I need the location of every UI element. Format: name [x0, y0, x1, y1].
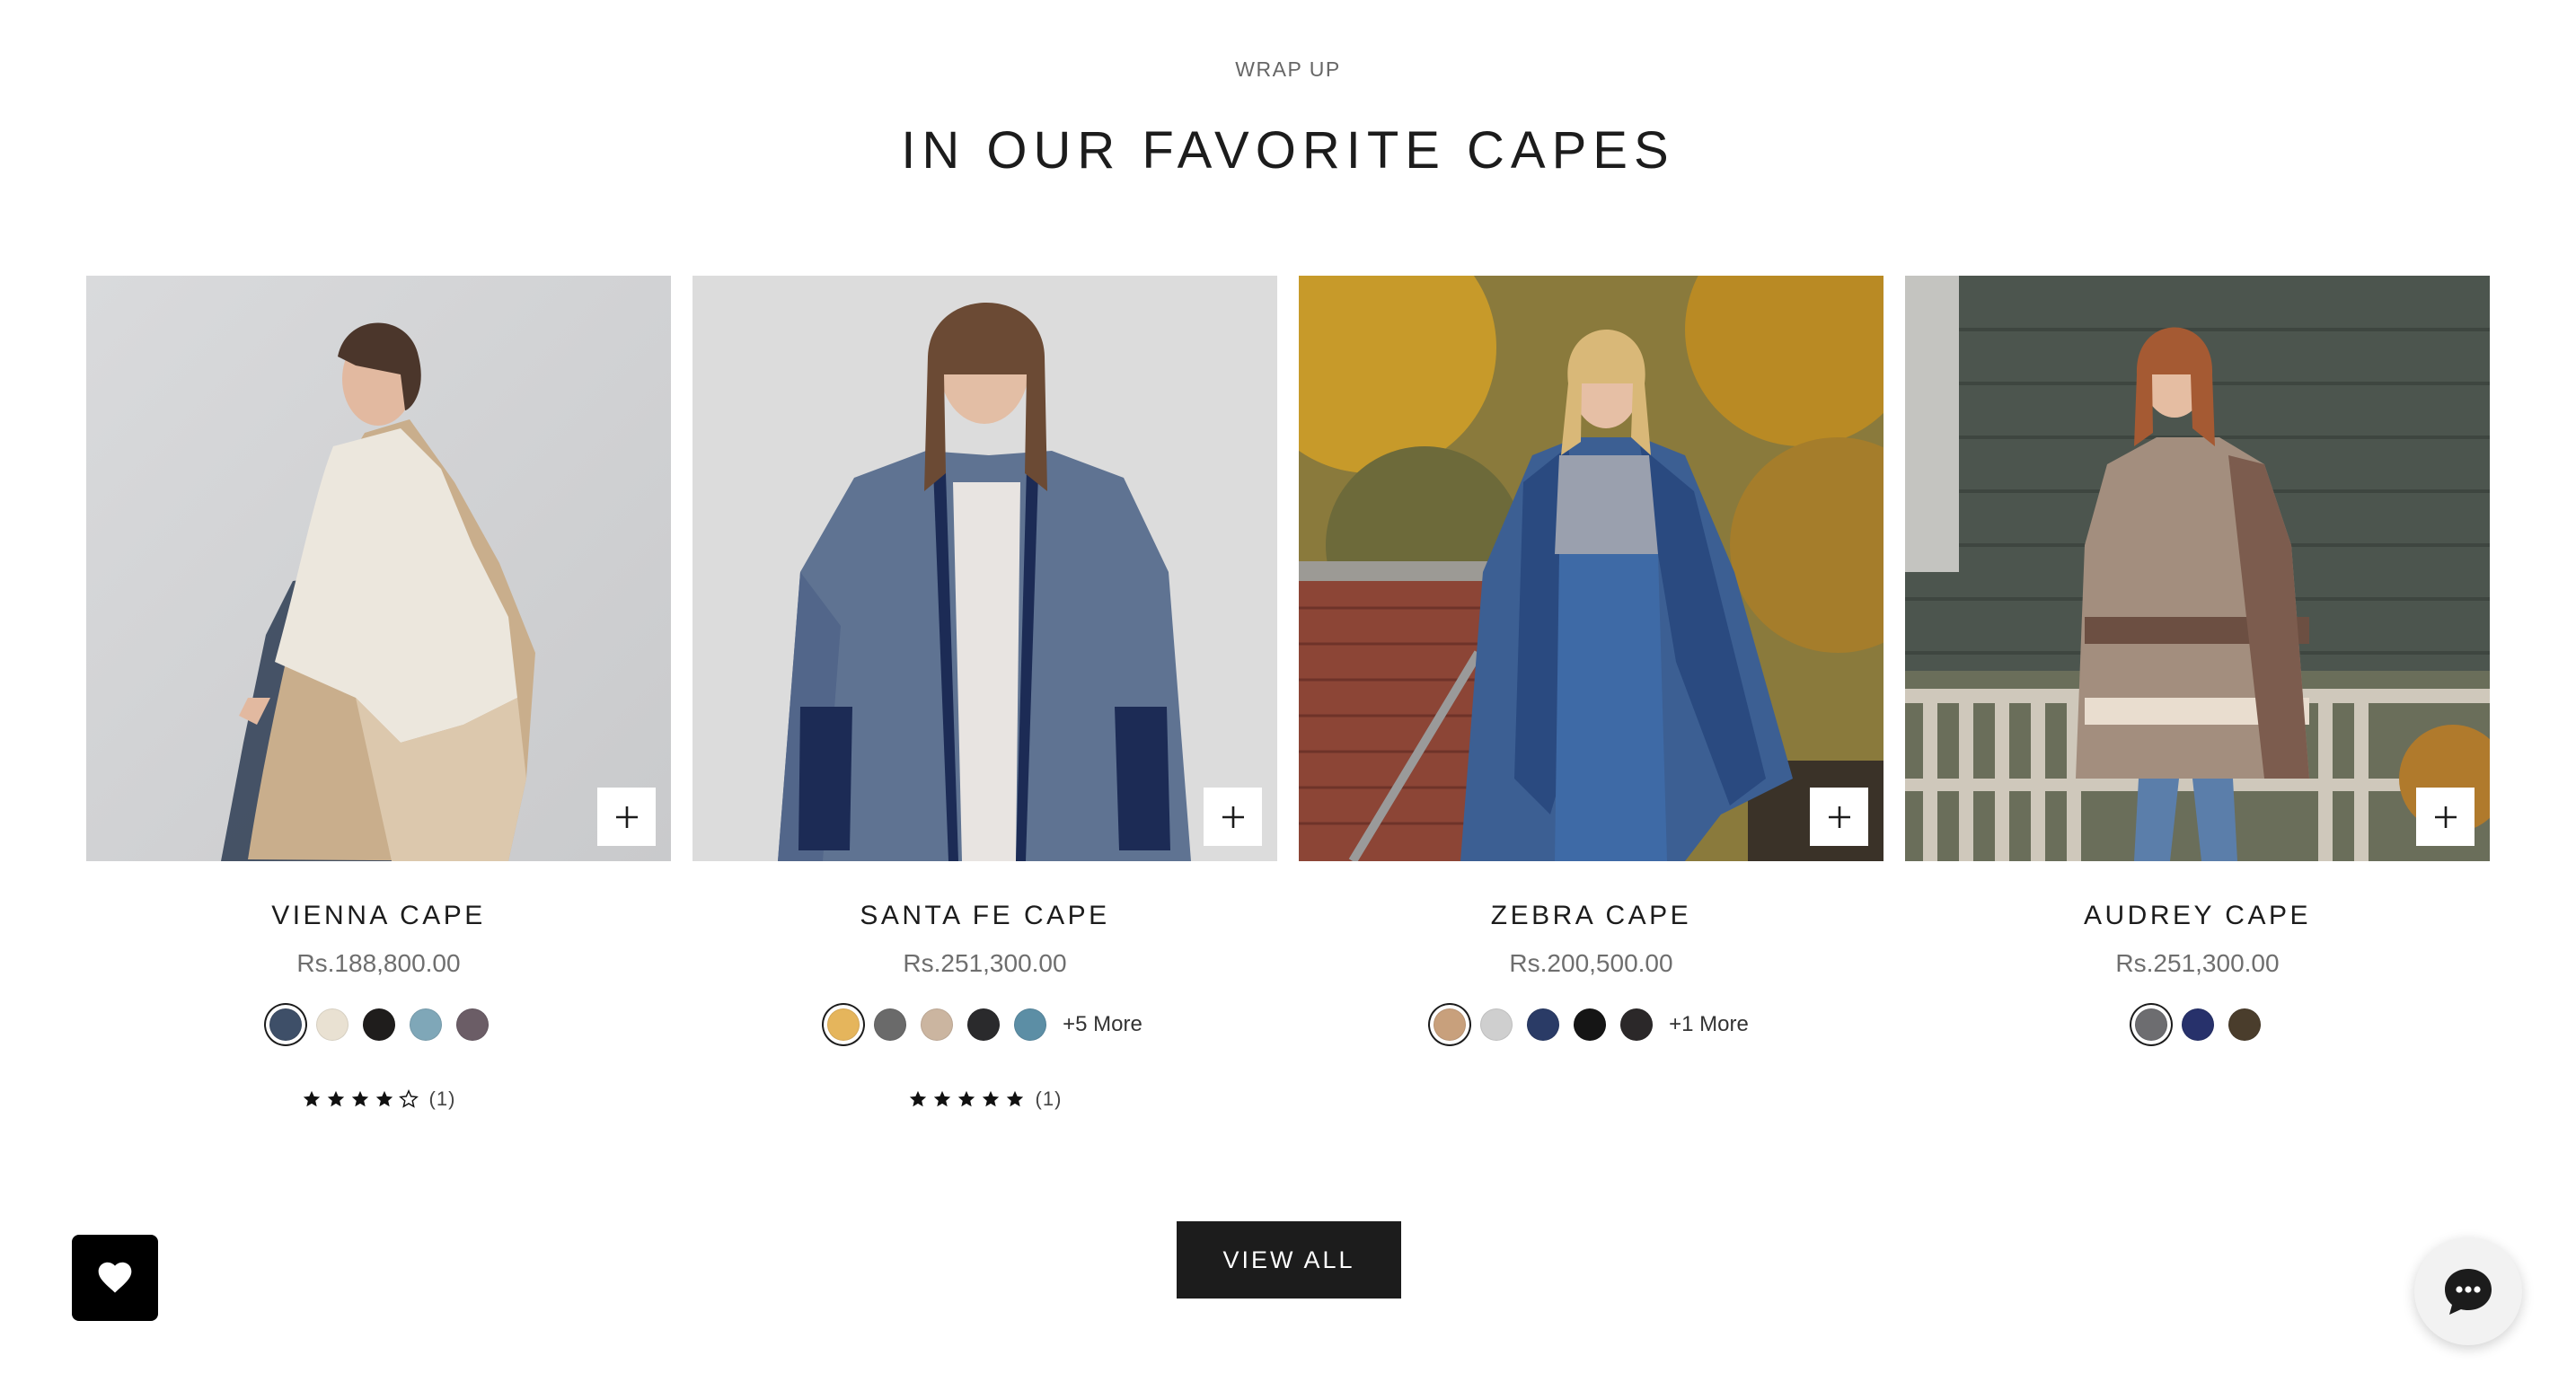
product-name[interactable]: SANTA FE CAPE [860, 901, 1109, 931]
chat-widget-button[interactable] [2414, 1237, 2522, 1345]
product-price: Rs.251,300.00 [903, 949, 1067, 977]
product-price: Rs.200,500.00 [1509, 949, 1673, 977]
color-swatch[interactable] [362, 1008, 395, 1041]
product-image[interactable] [1905, 276, 2490, 861]
heart-icon [98, 1262, 132, 1293]
quick-add-button[interactable] [2416, 788, 2475, 846]
product-grid: VIENNA CAPE Rs.188,800.00 (1) SANTA FE C… [86, 276, 2492, 1138]
color-swatch[interactable] [1480, 1008, 1513, 1041]
product-rating[interactable]: (1) [86, 1086, 671, 1113]
product-name[interactable]: VIENNA CAPE [271, 901, 486, 931]
color-swatch[interactable] [967, 1008, 1001, 1041]
review-count: (1) [428, 1087, 456, 1110]
star-filled-icon [351, 1090, 368, 1107]
color-swatch[interactable] [1527, 1008, 1560, 1041]
star-filled-icon [303, 1090, 320, 1107]
color-swatch[interactable] [827, 1008, 860, 1041]
product-photo [693, 276, 1277, 861]
color-swatch[interactable] [409, 1008, 442, 1041]
product-photo [1299, 276, 1883, 861]
plus-icon [615, 806, 638, 828]
color-swatches [86, 1005, 671, 1044]
color-swatch[interactable] [1014, 1008, 1047, 1041]
product-image[interactable] [86, 276, 671, 861]
rating-stars [908, 1089, 1025, 1109]
wishlist-button[interactable] [72, 1235, 158, 1321]
color-swatches [1905, 1005, 2490, 1044]
star-filled-icon [982, 1090, 999, 1107]
plus-icon [2434, 806, 2457, 828]
product-card[interactable]: SANTA FE CAPE Rs.251,300.00 +5 More (1) [693, 276, 1277, 1138]
color-swatch[interactable] [315, 1008, 348, 1041]
product-info: AUDREY CAPE Rs.251,300.00 [1905, 861, 2490, 1113]
product-image[interactable] [1299, 276, 1883, 861]
more-colors-link[interactable]: +1 More [1669, 1012, 1749, 1037]
rating-stars [302, 1089, 419, 1109]
product-rating[interactable]: (1) [693, 1086, 1277, 1113]
star-filled-icon [957, 1090, 975, 1107]
section-eyebrow: WRAP UP [1235, 57, 1341, 81]
color-swatch[interactable] [1620, 1008, 1654, 1041]
color-swatch[interactable] [269, 1008, 302, 1041]
quick-add-button[interactable] [597, 788, 656, 846]
product-price: Rs.188,800.00 [296, 949, 461, 977]
product-image[interactable] [693, 276, 1277, 861]
star-filled-icon [1006, 1090, 1023, 1107]
product-photo [1905, 276, 2490, 861]
star-filled-icon [327, 1090, 344, 1107]
star-empty-icon [398, 1089, 419, 1108]
product-name[interactable]: ZEBRA CAPE [1491, 901, 1691, 931]
product-info: VIENNA CAPE Rs.188,800.00 (1) [86, 861, 671, 1113]
product-card[interactable]: AUDREY CAPE Rs.251,300.00 [1905, 276, 2490, 1138]
plus-icon [1222, 806, 1244, 828]
star-filled-icon [933, 1090, 950, 1107]
color-swatch[interactable] [2181, 1008, 2214, 1041]
section-title: IN OUR FAVORITE CAPES [901, 121, 1675, 180]
quick-add-button[interactable] [1810, 788, 1868, 846]
product-photo [86, 276, 671, 861]
color-swatch[interactable] [874, 1008, 907, 1041]
chat-bubble-icon [2445, 1269, 2492, 1315]
view-all-button[interactable]: VIEW ALL [1177, 1221, 1401, 1299]
color-swatches: +5 More [693, 1005, 1277, 1044]
color-swatches: +1 More [1299, 1005, 1883, 1044]
color-swatch[interactable] [1434, 1008, 1467, 1041]
color-swatch[interactable] [455, 1008, 489, 1041]
product-info: SANTA FE CAPE Rs.251,300.00 +5 More (1) [693, 861, 1277, 1113]
product-card[interactable]: VIENNA CAPE Rs.188,800.00 (1) [86, 276, 671, 1138]
more-colors-link[interactable]: +5 More [1063, 1012, 1142, 1037]
star-filled-icon [375, 1090, 393, 1107]
plus-icon [1828, 806, 1850, 828]
color-swatch[interactable] [921, 1008, 954, 1041]
color-swatch[interactable] [1574, 1008, 1607, 1041]
product-name[interactable]: AUDREY CAPE [2084, 901, 2311, 931]
product-info: ZEBRA CAPE Rs.200,500.00 +1 More [1299, 861, 1883, 1113]
star-filled-icon [909, 1090, 926, 1107]
color-swatch[interactable] [2228, 1008, 2261, 1041]
review-count: (1) [1035, 1087, 1063, 1110]
quick-add-button[interactable] [1204, 788, 1262, 846]
product-card[interactable]: ZEBRA CAPE Rs.200,500.00 +1 More [1299, 276, 1883, 1138]
color-swatch[interactable] [2134, 1008, 2167, 1041]
product-price: Rs.251,300.00 [2115, 949, 2280, 977]
